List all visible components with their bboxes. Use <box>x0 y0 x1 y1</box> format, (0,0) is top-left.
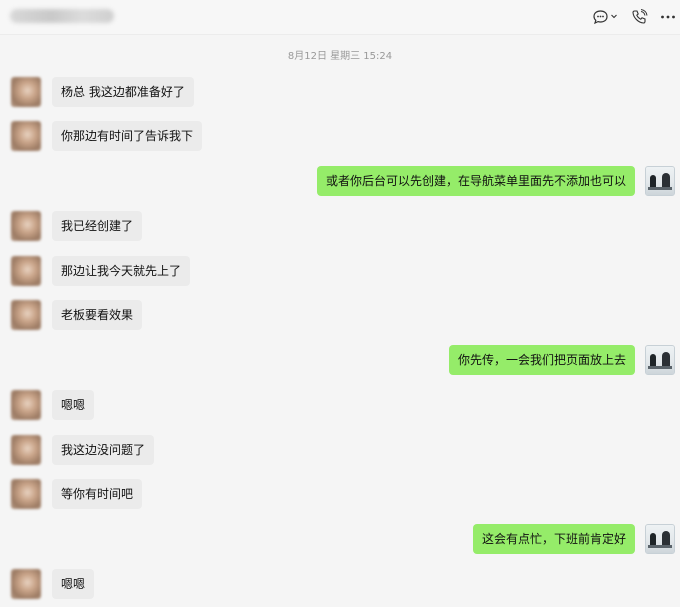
incoming-message-bubble[interactable]: 我这边没问题了 <box>52 435 155 465</box>
contact-avatar[interactable] <box>11 479 41 509</box>
incoming-message-bubble[interactable]: 我已经创建了 <box>52 211 143 241</box>
contact-avatar[interactable] <box>11 390 41 420</box>
avatar-image <box>646 346 674 374</box>
contact-avatar[interactable] <box>11 256 41 286</box>
contact-avatar[interactable] <box>11 77 41 107</box>
message-row: 我已经创建了 <box>0 211 680 241</box>
my-avatar[interactable] <box>645 345 675 375</box>
outgoing-message-bubble[interactable]: 或者你后台可以先创建，在导航菜单里面先不添加也可以 <box>316 166 635 196</box>
more-dots-icon[interactable] <box>658 7 678 27</box>
contact-avatar[interactable] <box>11 569 41 599</box>
my-avatar[interactable] <box>645 166 675 196</box>
chat-title[interactable]: •••••••••• •••• <box>10 9 114 23</box>
incoming-message-bubble[interactable]: 杨总 我这边都准备好了 <box>52 77 194 107</box>
incoming-message-bubble[interactable]: 你那边有时间了告诉我下 <box>52 121 203 151</box>
message-row: 杨总 我这边都准备好了 <box>0 77 680 107</box>
incoming-message-bubble[interactable]: 老板要看效果 <box>52 300 143 330</box>
chat-window: •••••••••• •••• 8月12 <box>0 0 680 607</box>
incoming-message-bubble[interactable]: 那边让我今天就先上了 <box>52 256 191 286</box>
message-row: 我这边没问题了 <box>0 435 680 465</box>
chat-bubble-icon[interactable] <box>591 7 621 27</box>
message-row: 这会有点忙，下班前肯定好 <box>0 524 680 554</box>
message-row: 你那边有时间了告诉我下 <box>0 121 680 151</box>
message-timestamp: 8月12日 星期三 15:24 <box>287 51 393 62</box>
message-row: 老板要看效果 <box>0 300 680 330</box>
incoming-message-bubble[interactable]: 嗯嗯 <box>52 390 95 420</box>
message-row: 嗯嗯 <box>0 569 680 599</box>
my-avatar[interactable] <box>645 524 675 554</box>
avatar-image <box>646 167 674 195</box>
incoming-message-bubble[interactable]: 嗯嗯 <box>52 569 95 599</box>
message-row: 你先传，一会我们把页面放上去 <box>0 345 680 375</box>
contact-avatar[interactable] <box>11 300 41 330</box>
message-row: 嗯嗯 <box>0 390 680 420</box>
incoming-message-bubble[interactable]: 等你有时间吧 <box>52 479 143 509</box>
message-row: 等你有时间吧 <box>0 479 680 509</box>
message-row: 或者你后台可以先创建，在导航菜单里面先不添加也可以 <box>0 166 680 196</box>
outgoing-message-bubble[interactable]: 你先传，一会我们把页面放上去 <box>448 345 635 375</box>
message-row: 那边让我今天就先上了 <box>0 256 680 286</box>
avatar-image <box>646 525 674 553</box>
contact-avatar[interactable] <box>11 211 41 241</box>
phone-call-icon[interactable] <box>629 7 651 27</box>
outgoing-message-bubble[interactable]: 这会有点忙，下班前肯定好 <box>472 524 635 554</box>
contact-avatar[interactable] <box>11 435 41 465</box>
contact-avatar[interactable] <box>11 121 41 151</box>
chat-header: •••••••••• •••• <box>0 0 680 35</box>
